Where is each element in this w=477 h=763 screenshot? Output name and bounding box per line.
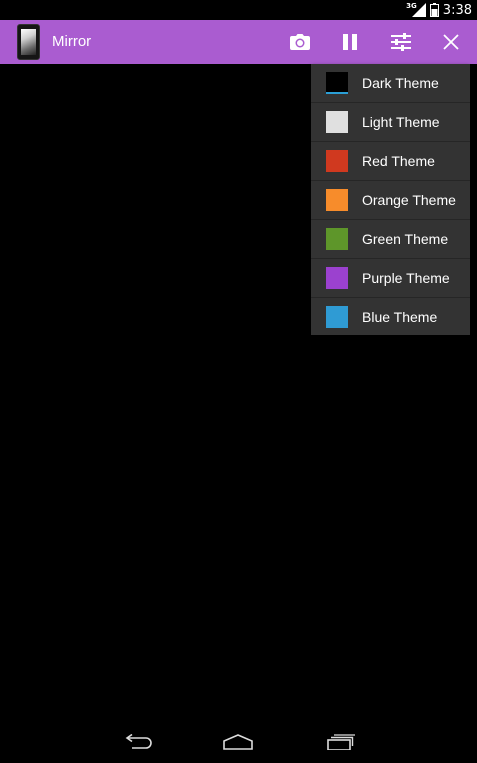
recent-apps-button[interactable] bbox=[320, 728, 360, 756]
back-button[interactable] bbox=[117, 728, 157, 756]
theme-item-orange[interactable]: Orange Theme bbox=[311, 181, 470, 220]
theme-label: Orange Theme bbox=[362, 192, 456, 208]
app-icon-screen bbox=[21, 29, 36, 55]
tune-icon bbox=[391, 33, 411, 51]
status-time: 3:38 bbox=[442, 2, 472, 18]
status-indicators: 3G 3:38 bbox=[406, 2, 472, 18]
action-bar: Mirror bbox=[0, 20, 477, 64]
app-icon[interactable] bbox=[17, 24, 40, 60]
theme-swatch-green bbox=[326, 228, 348, 250]
pause-button[interactable] bbox=[328, 20, 372, 64]
network-type: 3G bbox=[406, 2, 417, 10]
app-title: Mirror bbox=[52, 33, 92, 50]
theme-swatch-light bbox=[326, 111, 348, 133]
theme-label: Blue Theme bbox=[362, 309, 438, 325]
theme-menu: Dark Theme Light Theme Red Theme Orange … bbox=[311, 64, 470, 335]
theme-item-dark[interactable]: Dark Theme bbox=[311, 64, 470, 103]
theme-swatch-dark bbox=[326, 72, 348, 94]
battery-icon bbox=[429, 3, 439, 17]
theme-item-green[interactable]: Green Theme bbox=[311, 220, 470, 259]
theme-swatch-orange bbox=[326, 189, 348, 211]
theme-item-blue[interactable]: Blue Theme bbox=[311, 298, 470, 336]
theme-label: Red Theme bbox=[362, 153, 435, 169]
theme-label: Light Theme bbox=[362, 114, 440, 130]
theme-label: Purple Theme bbox=[362, 270, 450, 286]
pause-icon bbox=[343, 34, 357, 50]
settings-button[interactable] bbox=[379, 20, 423, 64]
close-icon bbox=[443, 34, 459, 50]
screen: 3G 3:38 Mirror Dark Theme Light Theme Re… bbox=[0, 0, 477, 763]
theme-item-red[interactable]: Red Theme bbox=[311, 142, 470, 181]
theme-item-purple[interactable]: Purple Theme bbox=[311, 259, 470, 298]
theme-swatch-blue bbox=[326, 306, 348, 328]
theme-label: Green Theme bbox=[362, 231, 449, 247]
home-button[interactable] bbox=[218, 728, 258, 756]
theme-swatch-red bbox=[326, 150, 348, 172]
camera-button[interactable] bbox=[278, 20, 322, 64]
close-button[interactable] bbox=[429, 20, 473, 64]
back-icon bbox=[125, 734, 152, 749]
home-icon bbox=[223, 734, 253, 750]
navigation-bar bbox=[0, 718, 477, 763]
status-bar: 3G 3:38 bbox=[0, 0, 477, 20]
theme-item-light[interactable]: Light Theme bbox=[311, 103, 470, 142]
camera-icon bbox=[290, 34, 310, 50]
theme-swatch-purple bbox=[326, 267, 348, 289]
recent-apps-icon bbox=[327, 734, 355, 750]
theme-label: Dark Theme bbox=[362, 75, 439, 91]
